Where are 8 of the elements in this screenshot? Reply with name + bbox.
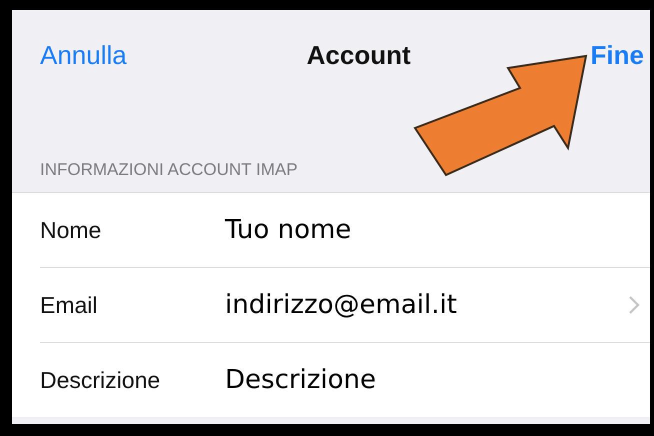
field-label: Descrizione [40, 366, 162, 394]
section-header: INFORMAZIONI ACCOUNT IMAP [40, 160, 298, 180]
field-value[interactable]: Descrizione [225, 365, 640, 395]
field-value[interactable]: indirizzo@email.it [225, 290, 628, 320]
field-label: Nome [40, 216, 102, 244]
field-value[interactable]: Tuo nome [225, 215, 640, 245]
field-label: Email [40, 292, 99, 318]
screen-title: Account [306, 40, 411, 70]
